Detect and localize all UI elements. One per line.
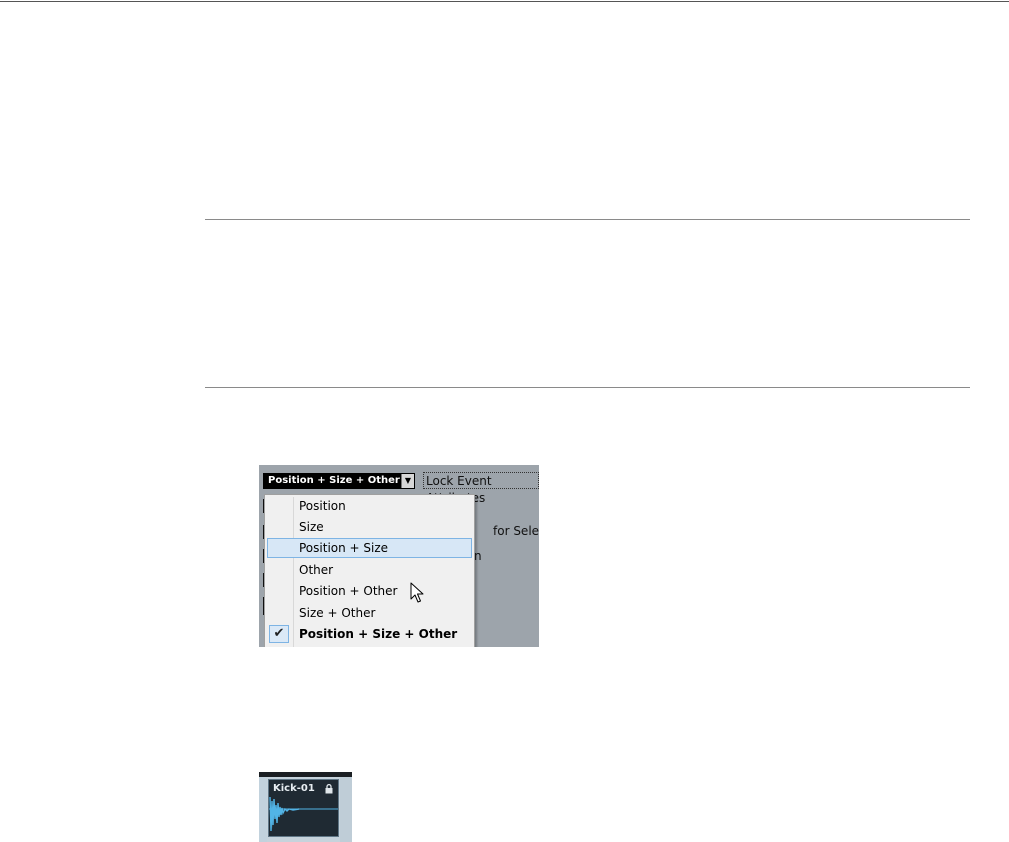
menu-item-label: Position + Size + Other	[299, 627, 458, 641]
chevron-down-icon[interactable]: ▼	[401, 474, 414, 488]
menu-item-label: Size	[299, 520, 324, 534]
page-top-rule	[0, 1, 1009, 2]
track-lane	[259, 777, 267, 842]
menu-item-position-other[interactable]: Position + Other	[267, 581, 472, 601]
lock-attributes-menu: Position Size Position + Size Other Posi…	[264, 494, 475, 647]
audio-event[interactable]: Kick-01	[268, 779, 339, 837]
mouse-cursor-icon	[410, 582, 424, 603]
locked-event-screenshot: Kick-01	[259, 772, 352, 842]
lock-event-attributes-button[interactable]: Lock Event Attributes	[423, 472, 539, 505]
section-divider	[205, 219, 970, 220]
event-track-header	[259, 772, 352, 777]
menu-item-size-other[interactable]: Size + Other	[267, 603, 472, 623]
menu-item-label: Other	[299, 563, 334, 577]
menu-item-label: Position + Other	[299, 584, 398, 598]
menu-item-size[interactable]: Size	[267, 517, 472, 537]
lock-attributes-screenshot: Position + Size + Other ▼ Lock Event Att…	[259, 465, 539, 647]
menu-item-label: Position + Size	[299, 541, 389, 555]
dropdown-selected-value: Position + Size + Other	[268, 475, 400, 486]
menu-item-position-size-other[interactable]: ✔ Position + Size + Other	[267, 624, 472, 644]
menu-item-other[interactable]: Other	[267, 560, 472, 580]
waveform	[269, 796, 338, 832]
menu-item-label: Size + Other	[299, 606, 376, 620]
menu-item-position-size[interactable]: Position + Size	[267, 538, 472, 558]
track-lane	[340, 777, 352, 842]
event-name: Kick-01	[273, 783, 315, 794]
background-option-label: n	[474, 549, 482, 563]
background-option-label: for Selecting	[493, 524, 539, 538]
lock-attributes-dropdown[interactable]: Position + Size + Other ▼	[263, 473, 415, 489]
section-divider	[205, 387, 970, 388]
checkmark-icon: ✔	[269, 625, 289, 643]
menu-item-label: Position	[299, 499, 346, 513]
menu-item-position[interactable]: Position	[267, 496, 472, 516]
lock-icon	[325, 784, 333, 794]
